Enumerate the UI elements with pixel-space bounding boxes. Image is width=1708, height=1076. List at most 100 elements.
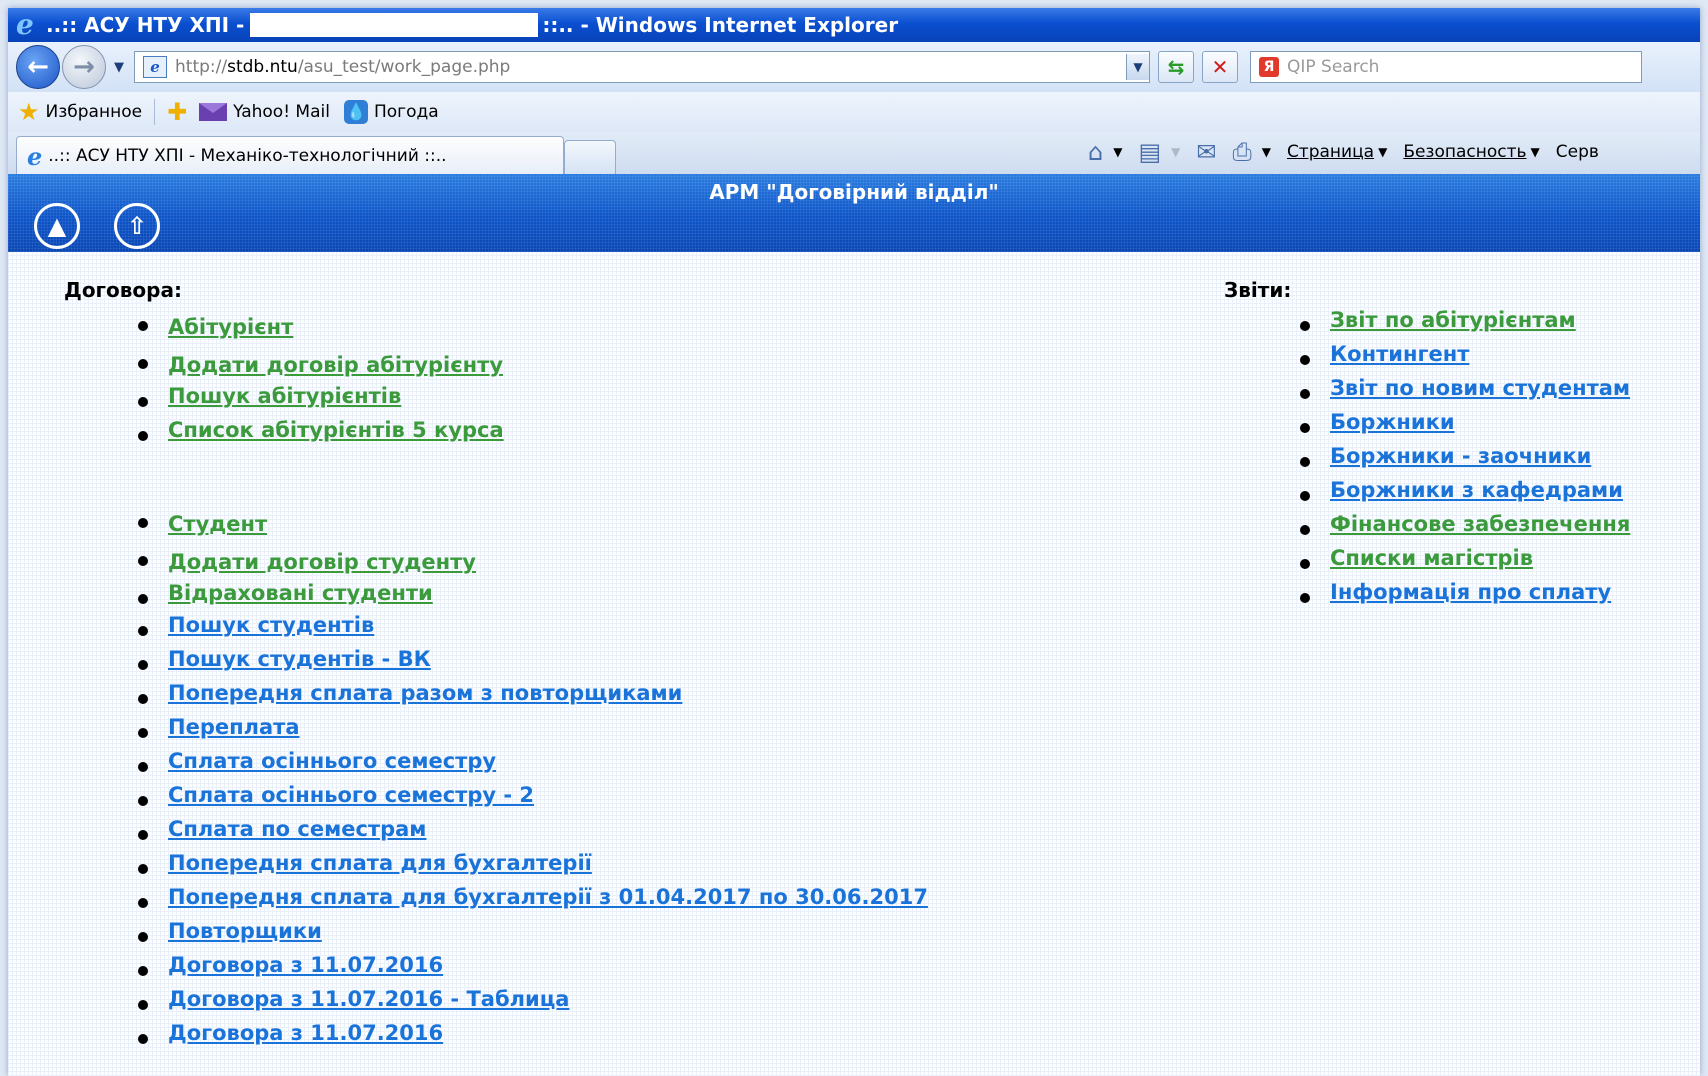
list-item: Списки магістрів	[1299, 546, 1630, 580]
refresh-button[interactable]: ⇆	[1158, 51, 1194, 83]
triangle-home-icon: ▲	[34, 203, 80, 249]
print-icon[interactable]: ⎙	[1233, 138, 1252, 166]
title-bar: e ..:: АСУ НТУ ХПІ - ::.. - Windows Inte…	[8, 8, 1700, 42]
list-item: Інформація про сплату	[1299, 580, 1630, 614]
new-tab-button[interactable]	[564, 140, 616, 175]
list-item: Сплата по семестрам	[138, 817, 928, 851]
list-item: Попередня сплата разом з повторщиками	[138, 681, 928, 715]
security-menu[interactable]: Безопасность	[1403, 142, 1526, 162]
home-button[interactable]: ▲	[32, 203, 82, 249]
link-report-debtors-extramural[interactable]: Боржники - заочники	[1330, 444, 1591, 468]
list-item: Сплата осіннього семестру - 2	[138, 783, 928, 817]
link-student[interactable]: Студент	[168, 512, 267, 536]
read-mail-icon[interactable]: ✉	[1196, 138, 1216, 166]
link-contracts-blue-9[interactable]: Повторщики	[168, 919, 322, 943]
link-report-debtors-departments[interactable]: Боржники з кафедрами	[1330, 478, 1623, 502]
history-dropdown-icon[interactable]: ▼	[114, 60, 124, 75]
list-item: Додати договір студенту	[138, 543, 476, 581]
window-title-suffix: ::.. - Windows Internet Explorer	[542, 13, 899, 37]
feeds-icon[interactable]: ▤	[1138, 138, 1161, 166]
list-item: Попередня сплата для бухгалтерії	[138, 851, 928, 885]
link-contracts-blue-1[interactable]: Пошук студентів - ВК	[168, 647, 431, 671]
link-report-new-students[interactable]: Звіт по новим студентам	[1330, 376, 1630, 400]
link-abiturient[interactable]: Абітурієнт	[168, 315, 293, 339]
link-contracts-blue-2[interactable]: Попередня сплата разом з повторщиками	[168, 681, 682, 705]
contracts-list-2: Студент Додати договір студенту Відрахов…	[138, 505, 476, 615]
list-item: Договора з 11.07.2016	[138, 953, 928, 987]
list-item: Абітурієнт	[138, 308, 504, 346]
link-search-abiturients[interactable]: Пошук абітурієнтів	[168, 384, 401, 408]
feeds-dropdown-icon[interactable]: ▼	[1171, 145, 1180, 159]
list-item: Пошук абітурієнтів	[138, 384, 504, 418]
search-input[interactable]: Я QIP Search	[1250, 51, 1642, 83]
link-contracts-blue-0[interactable]: Пошук студентів	[168, 613, 374, 637]
title-redacted-box	[250, 13, 539, 37]
link-contracts-blue-4[interactable]: Сплата осіннього семестру	[168, 749, 496, 773]
reports-heading: Звіти:	[1224, 278, 1292, 302]
list-item: Пошук студентів	[138, 613, 928, 647]
link-add-abiturient-contract[interactable]: Додати договір абітурієнту	[168, 353, 503, 377]
link-add-student-contract[interactable]: Додати договір студенту	[168, 550, 476, 574]
print-dropdown-icon[interactable]: ▼	[1262, 145, 1271, 159]
back-button[interactable]: ←	[16, 45, 60, 89]
page-menu[interactable]: Страница	[1287, 142, 1374, 162]
address-toolbar: ← → ▼ e http://stdb.ntu/asu_test/work_pa…	[8, 42, 1700, 92]
tab-active[interactable]: e ..:: АСУ НТУ ХПІ - Механіко-технологіч…	[16, 136, 564, 175]
link-contracts-blue-7[interactable]: Попередня сплата для бухгалтерії	[168, 851, 592, 875]
forward-button[interactable]: →	[62, 45, 106, 89]
favorites-bar: ★ Избранное ✚ Yahoo! Mail 💧 Погода	[8, 92, 1700, 132]
tab-title: ..:: АСУ НТУ ХПІ - Механіко-технологічни…	[48, 146, 447, 166]
address-bar[interactable]: e http://stdb.ntu/asu_test/work_page.php…	[134, 51, 1150, 83]
link-contracts-blue-10[interactable]: Договора з 11.07.2016	[168, 953, 443, 977]
list-item: Сплата осіннього семестру	[138, 749, 928, 783]
link-abiturients-5-course[interactable]: Список абітурієнтів 5 курса	[168, 418, 504, 442]
weather-icon: 💧	[343, 100, 368, 124]
link-contracts-blue-3[interactable]: Переплата	[168, 715, 300, 739]
list-item: Студент	[138, 505, 476, 543]
link-contracts-blue-5[interactable]: Сплата осіннього семестру - 2	[168, 783, 534, 807]
list-item: Пошук студентів - ВК	[138, 647, 928, 681]
address-dropdown-icon[interactable]: ▼	[1126, 54, 1149, 80]
favorites-star-icon[interactable]: ★	[18, 98, 40, 126]
favorites-divider	[154, 99, 156, 125]
list-item: Фінансове забезпечення	[1299, 512, 1630, 546]
home-dropdown-icon[interactable]: ▼	[1113, 145, 1122, 159]
list-item: Боржники	[1299, 410, 1630, 444]
link-contracts-blue-6[interactable]: Сплата по семестрам	[168, 817, 426, 841]
link-report-debtors[interactable]: Боржники	[1330, 410, 1455, 434]
link-contracts-blue-11[interactable]: Договора з 11.07.2016 - Таблица	[168, 987, 569, 1011]
up-button[interactable]: ⇧	[112, 203, 162, 249]
link-report-abiturients[interactable]: Звіт по абітурієнтам	[1330, 308, 1576, 332]
url-scheme: http://	[175, 57, 228, 77]
up-arrow-icon: ⇧	[114, 203, 160, 249]
favorite-link-weather[interactable]: Погода	[374, 102, 439, 122]
link-contracts-blue-8[interactable]: Попередня сплата для бухгалтерії з 01.04…	[168, 885, 928, 909]
mail-icon	[199, 103, 228, 121]
link-contracts-blue-12[interactable]: Договора з 11.07.2016	[168, 1021, 443, 1045]
link-report-financing[interactable]: Фінансове забезпечення	[1330, 512, 1630, 536]
link-expelled-students[interactable]: Відраховані студенти	[168, 581, 433, 605]
url-path: /asu_test/work_page.php	[297, 57, 511, 77]
ie-logo-icon: e	[16, 8, 34, 41]
contracts-list-1: Абітурієнт Додати договір абітурієнту По…	[138, 308, 504, 452]
list-item: Звіт по абітурієнтам	[1299, 308, 1630, 342]
command-bar: ⌂ ▼ ▤ ▼ ✉ ⎙ ▼ Страница ▼ Безопасность ▼ Серв	[1088, 138, 1599, 166]
favorites-button[interactable]: Избранное	[46, 102, 143, 122]
contracts-heading: Договора:	[64, 278, 182, 302]
service-menu[interactable]: Серв	[1556, 142, 1599, 162]
page-menu-arrow-icon[interactable]: ▼	[1378, 145, 1387, 159]
home-icon[interactable]: ⌂	[1088, 138, 1103, 166]
security-menu-arrow-icon[interactable]: ▼	[1531, 145, 1540, 159]
link-report-payment-info[interactable]: Інформація про сплату	[1330, 580, 1611, 604]
tab-bar: e ..:: АСУ НТУ ХПІ - Механіко-технологіч…	[8, 132, 1700, 175]
list-item: Повторщики	[138, 919, 928, 953]
add-favorite-icon[interactable]: ✚	[167, 98, 187, 126]
list-item: Додати договір абітурієнту	[138, 346, 504, 384]
favorite-link-yahoo-mail[interactable]: Yahoo! Mail	[233, 102, 330, 122]
link-report-masters-lists[interactable]: Списки магістрів	[1330, 546, 1533, 570]
page-icon: e	[143, 56, 167, 78]
browser-window: e ..:: АСУ НТУ ХПІ - ::.. - Windows Inte…	[8, 8, 1700, 1076]
link-report-contingent[interactable]: Контингент	[1330, 342, 1469, 366]
list-item: Контингент	[1299, 342, 1630, 376]
stop-button[interactable]: ✕	[1202, 51, 1238, 83]
